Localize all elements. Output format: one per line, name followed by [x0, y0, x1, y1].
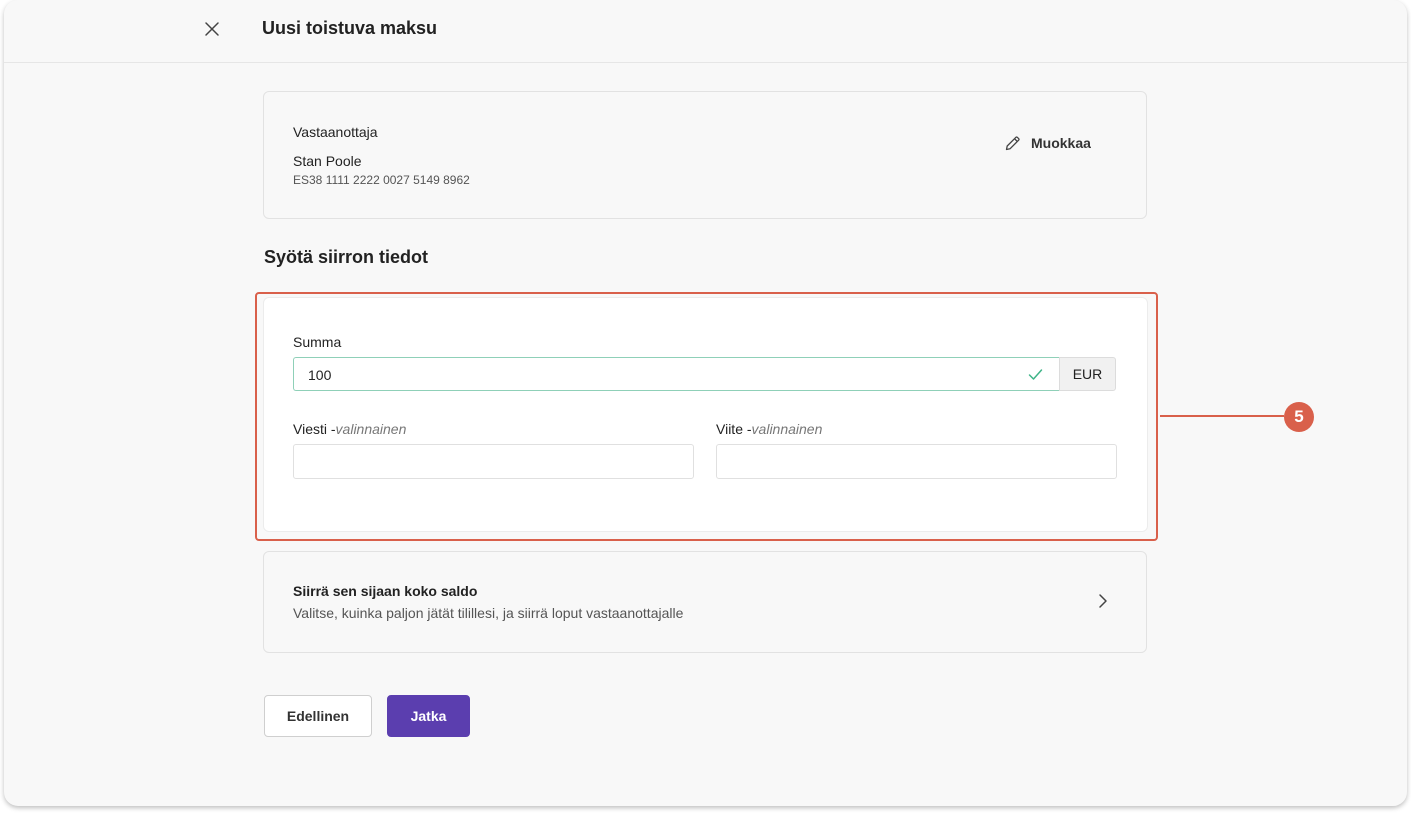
balance-option-description: Valitse, kuinka paljon jätät tilillesi, … — [293, 605, 684, 621]
annotation-marker: 5 — [1284, 402, 1314, 432]
message-optional-text: valinnainen — [335, 421, 407, 437]
top-bar: Uusi toistuva maksu — [4, 0, 1407, 63]
previous-button[interactable]: Edellinen — [264, 695, 372, 737]
reference-input[interactable] — [716, 444, 1117, 479]
reference-label-text: Viite - — [716, 421, 752, 437]
transfer-full-balance-option[interactable]: Siirrä sen sijaan koko saldo Valitse, ku… — [263, 551, 1147, 653]
amount-label: Summa — [293, 334, 342, 350]
annotation-connector-line — [1160, 415, 1284, 417]
chevron-right-icon — [1099, 594, 1107, 608]
balance-option-title: Siirrä sen sijaan koko saldo — [293, 583, 478, 599]
reference-label: Viite -valinnainen — [716, 421, 822, 437]
close-icon[interactable] — [202, 19, 222, 39]
recipient-name: Stan Poole — [293, 153, 362, 169]
page-title: Uusi toistuva maksu — [262, 18, 438, 38]
message-label-text: Viesti - — [293, 421, 336, 437]
pencil-icon — [1005, 135, 1020, 150]
message-label: Viesti -valinnainen — [293, 421, 406, 437]
edit-label: Muokkaa — [1031, 135, 1091, 151]
message-input[interactable] — [293, 444, 694, 479]
recipient-card: Vastaanottaja Stan Poole ES38 1111 2222 … — [263, 91, 1147, 219]
recipient-iban: ES38 1111 2222 0027 5149 8962 — [293, 173, 470, 187]
check-icon — [1028, 369, 1043, 380]
modal-window: Uusi toistuva maksu Vastaanottaja Stan P… — [4, 0, 1407, 806]
amount-input[interactable]: 100 — [293, 357, 1059, 391]
edit-button[interactable]: Muokkaa — [1004, 132, 1091, 154]
currency-label: EUR — [1059, 357, 1116, 391]
amount-value: 100 — [308, 367, 332, 383]
transfer-details-form: Summa 100 EUR Viesti -valinnainen Viite … — [263, 297, 1148, 532]
section-title: Syötä siirron tiedot — [264, 247, 429, 267]
recipient-label: Vastaanottaja — [293, 124, 378, 140]
continue-button[interactable]: Jatka — [387, 695, 470, 737]
reference-optional-text: valinnainen — [751, 421, 823, 437]
